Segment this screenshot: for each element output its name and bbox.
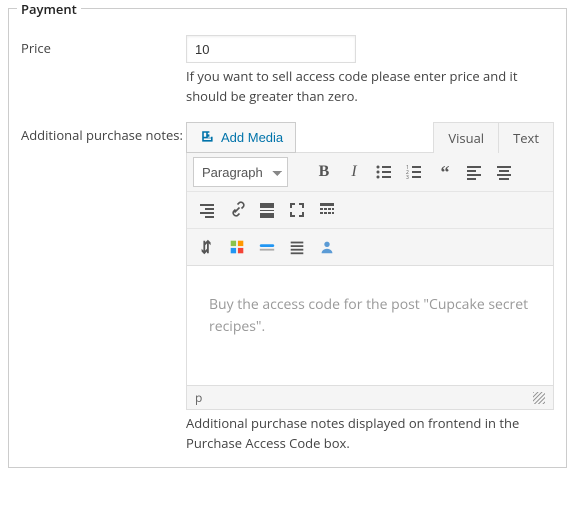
fullscreen-button[interactable] xyxy=(283,196,311,224)
add-media-label: Add Media xyxy=(221,130,283,145)
blockquote-button[interactable]: “ xyxy=(430,158,458,186)
editor-toolbar: Paragraph B I 123 “ xyxy=(186,152,554,266)
resize-handle[interactable] xyxy=(533,392,545,404)
price-row: Price If you want to sell access code pl… xyxy=(21,35,554,106)
format-select[interactable]: Paragraph xyxy=(193,157,288,187)
svg-text:3: 3 xyxy=(406,175,409,181)
notes-label: Additional purchase notes: xyxy=(21,122,186,453)
number-list-button[interactable]: 123 xyxy=(400,158,428,186)
notes-help: Additional purchase notes displayed on f… xyxy=(186,414,554,453)
bold-button[interactable]: B xyxy=(310,158,338,186)
editor-statusbar: p xyxy=(186,386,554,410)
hr-blue-icon[interactable] xyxy=(253,233,281,261)
link-button[interactable] xyxy=(223,196,251,224)
align-left-button[interactable] xyxy=(460,158,488,186)
tab-visual[interactable]: Visual xyxy=(433,122,499,153)
panel-title: Payment xyxy=(17,0,81,18)
italic-button[interactable]: I xyxy=(340,158,368,186)
sort-icon[interactable] xyxy=(193,233,221,261)
add-media-button[interactable]: Add Media xyxy=(186,122,296,153)
media-icon xyxy=(199,128,215,147)
bullet-list-button[interactable] xyxy=(370,158,398,186)
notes-row: Additional purchase notes: Add Media Vis… xyxy=(21,122,554,453)
price-help: If you want to sell access code please e… xyxy=(186,67,554,106)
user-icon[interactable] xyxy=(313,233,341,261)
toolbar-toggle-button[interactable] xyxy=(313,196,341,224)
align-center-button[interactable] xyxy=(490,158,518,186)
element-path[interactable]: p xyxy=(195,389,202,406)
price-input[interactable] xyxy=(186,35,356,63)
align-right-button[interactable] xyxy=(193,196,221,224)
tab-text[interactable]: Text xyxy=(499,122,554,153)
payment-panel: Payment Price If you want to sell access… xyxy=(8,8,567,468)
price-label: Price xyxy=(21,35,186,106)
editor-content[interactable]: Buy the access code for the post "Cupcak… xyxy=(186,266,554,386)
grid-icon[interactable] xyxy=(223,233,251,261)
justify-icon[interactable] xyxy=(283,233,311,261)
read-more-button[interactable] xyxy=(253,196,281,224)
